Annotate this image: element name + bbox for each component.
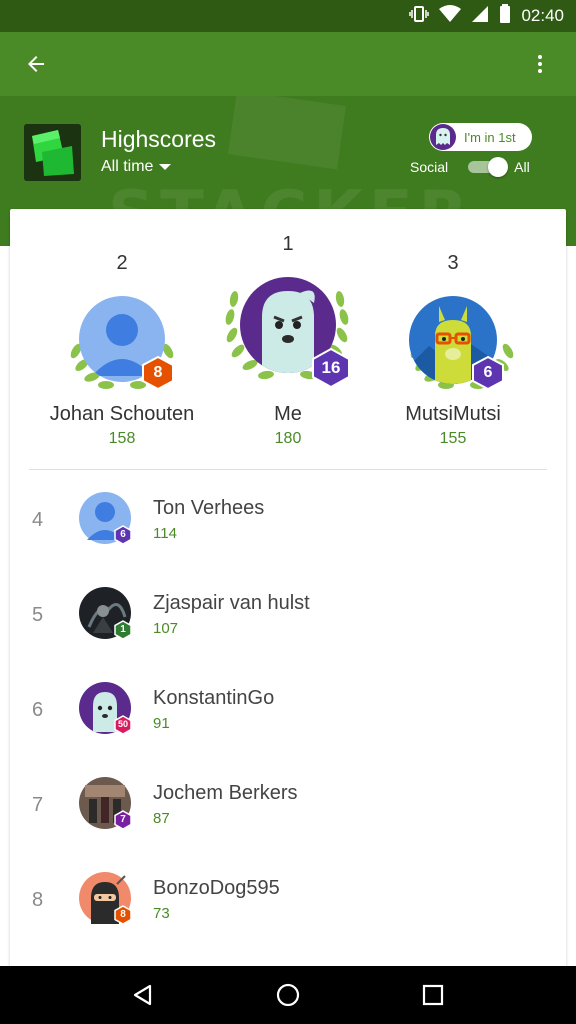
time-period-dropdown[interactable]: All time [101,158,172,176]
dropdown-arrow-icon [159,164,172,170]
leaderboard-card: 2 8 Johan Schouten 158 1 16 Me 180 3 6 M… [10,209,566,969]
row-rank: 4 [32,509,44,531]
watermark-shape [228,96,346,170]
row-player-score: 91 [153,715,170,732]
player-avatar: 6 [79,492,132,545]
clock: 02:40 [521,6,564,25]
level-badge-value: 50 [117,719,128,729]
overflow-menu-button[interactable] [520,44,560,84]
cellular-signal-icon [471,5,489,28]
level-badge-value: 8 [120,909,126,920]
nav-back-button[interactable] [119,971,167,1019]
nav-home-button[interactable] [264,971,312,1019]
status-bar: 02:40 [0,0,576,32]
toggle-thumb [488,157,509,177]
player-avatar: 7 [79,777,132,830]
social-all-toggle[interactable] [466,157,509,177]
row-player-name: Ton Verhees [153,497,265,519]
podium-player-score: 180 [274,430,302,447]
leaderboard-row[interactable]: 7 7 Jochem Berkers 87 [10,764,566,859]
arrow-back-icon [28,56,44,72]
time-period-value: All time [101,158,154,175]
row-rank: 6 [32,699,44,721]
level-badge-value: 16 [321,358,341,377]
recents-square-icon [423,984,444,1006]
page-title: Highscores [101,126,217,152]
leaderboard-row[interactable]: 5 1 Zjaspair van hulst 107 [10,574,566,669]
more-vert-icon [538,55,542,73]
wifi-icon [439,4,462,28]
row-player-score: 87 [153,810,170,827]
leaderboard-row[interactable]: 4 6 Ton Verhees 114 [10,479,566,574]
row-rank: 7 [32,794,44,816]
level-badge-value: 6 [483,364,493,381]
podium-divider [29,469,547,470]
podium-player-score: 158 [108,430,136,447]
vibrate-icon [409,5,430,28]
player-avatar: 1 [79,587,132,640]
podium-player-name: Me [274,403,302,425]
scope-all-label: All [514,159,530,175]
game-logo-icon [24,124,81,181]
player-avatar: 50 [79,682,132,735]
scope-social-label: Social [410,159,449,175]
level-badge-value: 1 [120,624,126,635]
podium-rank: 3 [447,252,459,274]
row-player-name: KonstantinGo [153,687,275,709]
row-rank: 5 [32,604,44,626]
level-badge-value: 8 [153,364,163,381]
leaderboard-row[interactable]: 8 8 BonzoDog595 73 [10,859,566,954]
row-player-score: 73 [153,905,170,922]
home-circle-icon [276,983,300,1007]
my-rank-label: I'm in 1st [464,129,516,145]
podium-player-name: Johan Schouten [49,403,195,425]
podium-player-score: 155 [439,430,467,447]
back-button[interactable] [16,44,56,84]
back-triangle-icon [133,984,151,1006]
nav-recents-button[interactable] [409,971,457,1019]
row-player-score: 114 [153,525,177,542]
scope-switch-row: Social All [410,157,530,177]
row-player-name: BonzoDog595 [153,877,280,899]
player-avatar: 8 [79,872,132,925]
system-nav-bar [0,966,576,1024]
podium-rank: 2 [116,252,128,274]
row-player-score: 107 [153,620,179,637]
row-player-name: Jochem Berkers [153,782,298,804]
podium-rank: 1 [282,233,294,255]
my-rank-chip[interactable]: I'm in 1st [429,123,532,151]
leaderboard-row[interactable]: 6 50 KonstantinGo 91 [10,669,566,764]
level-badge-value: 7 [120,814,126,825]
app-bar [0,32,576,96]
row-player-name: Zjaspair van hulst [153,592,310,614]
level-badge-value: 6 [120,529,126,540]
ghost-avatar-icon [430,124,456,150]
podium-player-name: MutsiMutsi [405,403,501,425]
battery-icon [499,3,511,29]
row-rank: 8 [32,889,44,911]
